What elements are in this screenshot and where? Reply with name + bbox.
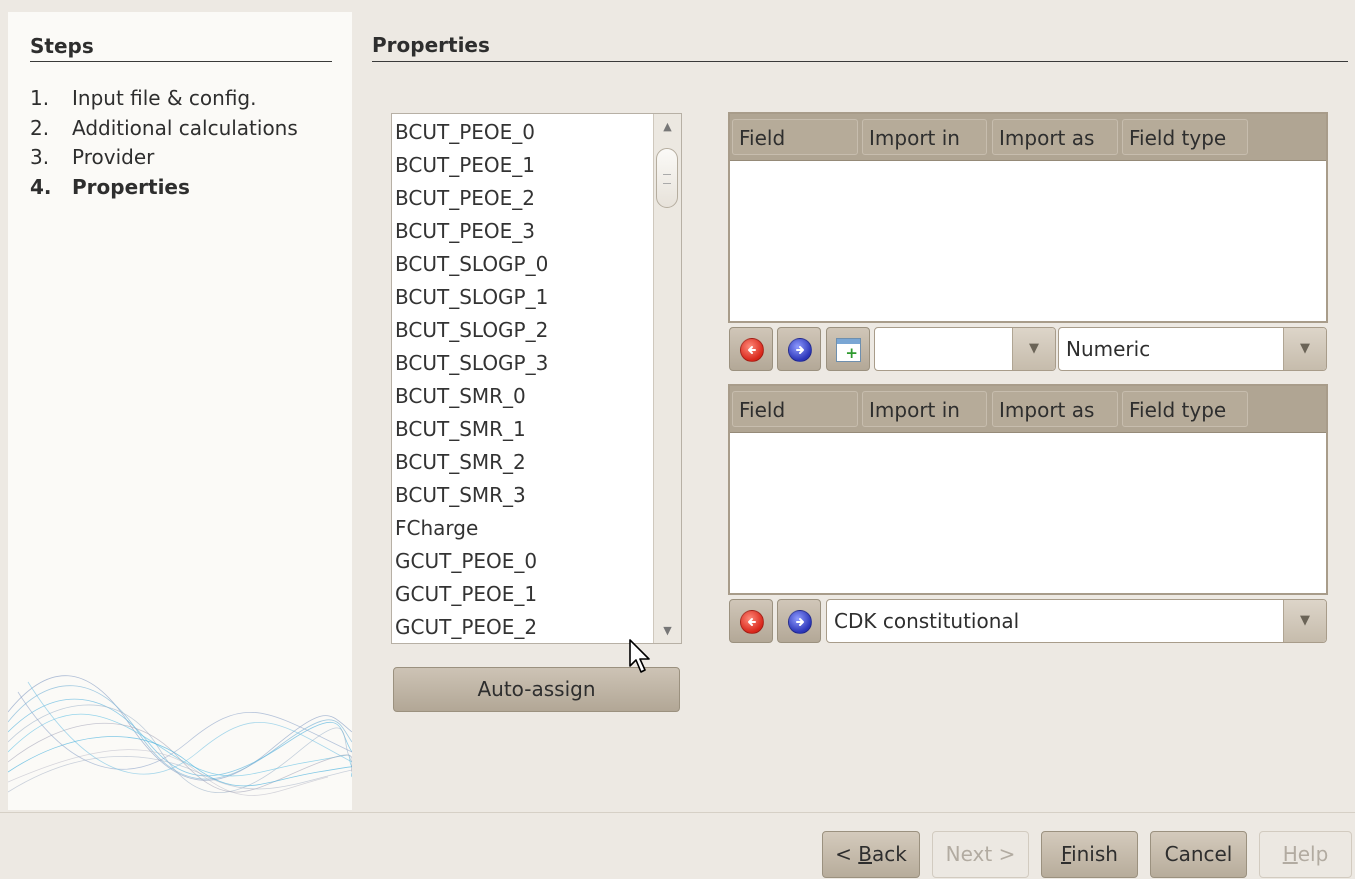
property-list-item[interactable]: BCUT_PEOE_3 [395, 215, 548, 248]
step-number: 2. [30, 115, 50, 140]
column-header-field[interactable]: Field [732, 119, 858, 155]
step-number: 1. [30, 86, 50, 110]
field-type-value: Numeric [1066, 337, 1151, 361]
chevron-down-icon[interactable]: ▼ [1283, 328, 1326, 370]
decorative-waves-image [8, 675, 352, 796]
steps-sidebar: Steps 1. Input file & config. 2. Additiona… [8, 12, 352, 810]
step-item-3: 3. Provider [30, 143, 298, 173]
property-list-item[interactable]: BCUT_SLOGP_0 [395, 248, 548, 281]
steps-heading-divider [30, 61, 332, 62]
column-header-field[interactable]: Field [732, 391, 858, 427]
step-number: 4. [30, 174, 52, 199]
finish-button[interactable]: Finish [1041, 831, 1138, 878]
step-label: Properties [72, 174, 190, 199]
property-list-item[interactable]: BCUT_PEOE_2 [395, 182, 548, 215]
column-header-import-as[interactable]: Import as [992, 391, 1118, 427]
button-label: elp [1297, 842, 1329, 866]
add-calculated-field-button[interactable] [777, 599, 821, 643]
provider-value: CDK constitutional [834, 609, 1020, 633]
calculated-fields-table: Field Import in Import as Field type [728, 384, 1328, 595]
steps-list: 1. Input file & config. 2. Additional calc… [30, 84, 298, 202]
step-number: 3. [30, 145, 50, 169]
button-label: < [835, 842, 859, 866]
import-wizard-window: Steps 1. Input file & config. 2. Additiona… [0, 0, 1355, 879]
step-item-1: 1. Input file & config. [30, 84, 298, 114]
property-list-item[interactable]: BCUT_SMR_0 [395, 380, 548, 413]
step-label: Input file & config. [72, 86, 257, 110]
property-list-item[interactable]: GCUT_PEOE_0 [395, 545, 548, 578]
field-type-combo[interactable]: Numeric ▼ [1058, 327, 1327, 371]
assigned-fields-table: Field Import in Import as Field type [728, 112, 1328, 323]
red-left-arrow-icon [740, 610, 764, 634]
step-label: Additional calculations [72, 115, 298, 140]
button-label: ack [872, 842, 907, 866]
property-list-item[interactable]: GCUT_PEOE_1 [395, 578, 548, 611]
grip-icon [663, 174, 671, 184]
step-item-2: 2. Additional calculations [30, 114, 298, 144]
provider-combo[interactable]: CDK constitutional ▼ [826, 599, 1327, 643]
property-list[interactable]: BCUT_PEOE_0 BCUT_PEOE_1 BCUT_PEOE_2 BCUT_PE… [391, 113, 682, 644]
scrollbar-thumb[interactable] [656, 148, 678, 208]
page-title: Properties [372, 33, 490, 57]
remove-field-button[interactable] [729, 327, 773, 371]
column-header-field-type[interactable]: Field type [1122, 391, 1248, 427]
table-header: Field Import in Import as Field type [730, 386, 1326, 433]
add-table-field-icon: + [836, 338, 861, 362]
next-button[interactable]: Next > [932, 831, 1029, 878]
property-list-scrollbar[interactable]: ▲ ▼ [653, 114, 681, 643]
footer-divider [0, 812, 1355, 813]
mnemonic-letter: F [1061, 842, 1072, 866]
column-header-import-as[interactable]: Import as [992, 119, 1118, 155]
blue-right-arrow-icon [788, 610, 812, 634]
column-header-field-type[interactable]: Field type [1122, 119, 1248, 155]
new-field-button[interactable]: + [826, 327, 870, 371]
table-header: Field Import in Import as Field type [730, 114, 1326, 161]
help-button[interactable]: Help [1259, 831, 1352, 878]
mnemonic-letter: H [1282, 842, 1298, 866]
property-list-item[interactable]: FCharge [395, 512, 548, 545]
back-button[interactable]: < Back [822, 831, 920, 878]
property-list-item[interactable]: BCUT_SMR_3 [395, 479, 548, 512]
mnemonic-letter: B [858, 842, 872, 866]
scroll-down-arrow-icon[interactable]: ▼ [654, 624, 681, 637]
property-list-item[interactable]: BCUT_SLOGP_1 [395, 281, 548, 314]
property-list-item[interactable]: BCUT_PEOE_0 [395, 116, 548, 149]
property-list-item[interactable]: BCUT_PEOE_1 [395, 149, 548, 182]
property-list-items: BCUT_PEOE_0 BCUT_PEOE_1 BCUT_PEOE_2 BCUT_PE… [395, 116, 548, 643]
blue-right-arrow-icon [788, 338, 812, 362]
column-header-import-in[interactable]: Import in [862, 391, 987, 427]
property-list-item[interactable]: GCUT_PEOE_2 [395, 611, 548, 643]
chevron-down-icon[interactable]: ▼ [1012, 328, 1055, 370]
mouse-cursor-icon [629, 639, 650, 673]
column-header-import-in[interactable]: Import in [862, 119, 987, 155]
property-list-item[interactable]: BCUT_SMR_2 [395, 446, 548, 479]
page-title-divider [372, 61, 1348, 62]
property-list-item[interactable]: BCUT_SLOGP_2 [395, 314, 548, 347]
step-label: Provider [72, 145, 155, 169]
import-in-combo[interactable]: ▼ [874, 327, 1056, 371]
property-list-item[interactable]: BCUT_SMR_1 [395, 413, 548, 446]
property-list-item[interactable]: BCUT_SLOGP_3 [395, 347, 548, 380]
scroll-up-arrow-icon[interactable]: ▲ [654, 120, 681, 133]
remove-calculated-field-button[interactable] [729, 599, 773, 643]
step-item-4-current: 4. Properties [30, 173, 298, 203]
red-left-arrow-icon [740, 338, 764, 362]
cancel-button[interactable]: Cancel [1150, 831, 1247, 878]
button-label: inish [1071, 842, 1118, 866]
add-field-button[interactable] [777, 327, 821, 371]
chevron-down-icon[interactable]: ▼ [1283, 600, 1326, 642]
steps-heading: Steps [30, 34, 94, 58]
